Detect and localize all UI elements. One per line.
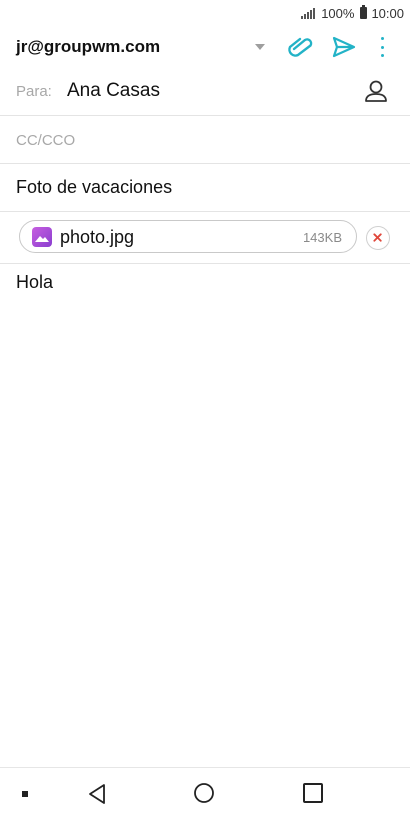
message-body[interactable]: Hola: [16, 272, 53, 293]
cc-field[interactable]: CC/CCO: [16, 132, 75, 149]
subject-row[interactable]: Foto de vacaciones: [0, 164, 410, 212]
to-label: Para:: [16, 83, 52, 100]
home-icon[interactable]: [193, 782, 215, 804]
battery-icon: [360, 5, 368, 19]
close-icon[interactable]: [367, 227, 389, 249]
remove-attachment-button[interactable]: [366, 226, 390, 250]
cc-row[interactable]: CC/CCO: [0, 116, 410, 164]
attachment-size: 143KB: [302, 230, 342, 245]
back-icon[interactable]: [86, 782, 108, 806]
navigation-bar: [0, 767, 410, 820]
contact-icon[interactable]: [363, 78, 389, 104]
paperclip-icon[interactable]: [286, 34, 314, 60]
image-icon: [32, 227, 52, 247]
chevron-down-icon[interactable]: [255, 44, 265, 50]
more-options-icon[interactable]: [374, 34, 390, 60]
to-row[interactable]: Para: Ana Casas: [0, 68, 410, 116]
signal-icon: [301, 7, 316, 19]
compose-toolbar: jr@groupwm.com: [0, 26, 410, 68]
send-icon[interactable]: [330, 33, 358, 61]
to-field[interactable]: Ana Casas: [67, 80, 160, 102]
battery-percent: 100%: [321, 5, 355, 21]
attachment-row: photo.jpg 143KB: [0, 212, 410, 264]
recents-icon[interactable]: [303, 783, 323, 803]
nav-dot-icon[interactable]: [22, 791, 28, 797]
status-bar: 100% 10:00: [0, 0, 410, 26]
attachment-chip[interactable]: photo.jpg 143KB: [19, 220, 357, 253]
attachment-name: photo.jpg: [60, 227, 135, 247]
clock: 10:00: [371, 5, 404, 21]
subject-field[interactable]: Foto de vacaciones: [16, 177, 172, 198]
account-selector[interactable]: jr@groupwm.com: [16, 37, 160, 57]
